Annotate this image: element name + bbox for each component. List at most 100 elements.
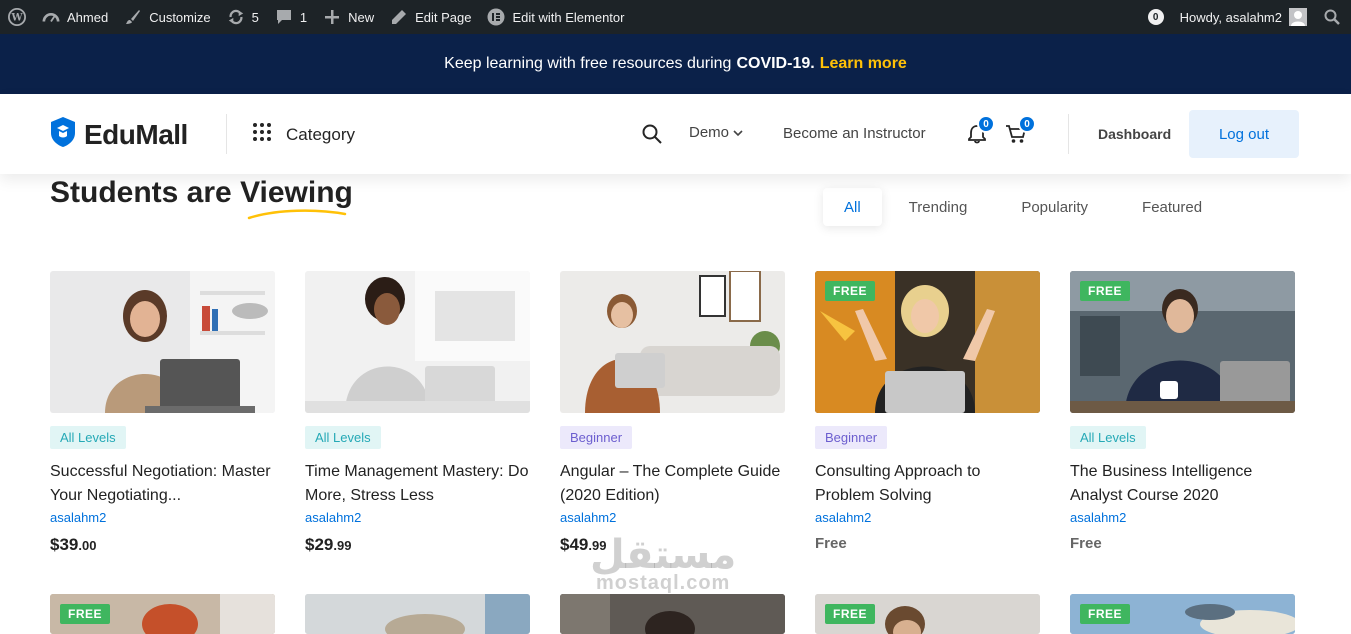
new-content-link[interactable]: New: [315, 0, 382, 34]
header-search-button[interactable]: [642, 124, 662, 149]
instructor-link[interactable]: asalahm2: [305, 510, 530, 525]
price-main: Free: [1070, 535, 1102, 552]
bell-icon: [968, 125, 986, 148]
customize-label: Customize: [149, 9, 211, 25]
logout-button[interactable]: Log out: [1189, 110, 1299, 158]
edit-page-label: Edit Page: [415, 9, 472, 25]
shield-logo-icon: [50, 116, 76, 153]
new-label: New: [348, 9, 375, 25]
comment-bubble-icon: [275, 8, 293, 26]
tab-featured[interactable]: Featured: [1115, 188, 1229, 226]
search-icon: [1323, 8, 1341, 26]
course-card[interactable]: All Levels Successful Negotiation: Maste…: [50, 271, 275, 555]
course-thumbnail[interactable]: [305, 594, 530, 634]
banner-learn-more-link[interactable]: Learn more: [820, 55, 907, 73]
instructor-link[interactable]: asalahm2: [815, 510, 1040, 525]
category-label: Category: [286, 124, 355, 144]
price-main: $29: [305, 535, 334, 554]
course-price: $49.99: [560, 535, 785, 555]
wordpress-logo-button[interactable]: W: [0, 0, 34, 34]
course-thumbnail[interactable]: FREE: [1070, 594, 1295, 634]
level-badge: All Levels: [305, 426, 381, 449]
customize-link[interactable]: Customize: [116, 0, 218, 34]
cart-count-badge: 0: [1018, 115, 1036, 133]
tab-trending[interactable]: Trending: [882, 188, 995, 226]
course-thumbnail[interactable]: [50, 271, 275, 413]
tab-popularity[interactable]: Popularity: [994, 188, 1115, 226]
notifications-button[interactable]: 0: [1140, 0, 1172, 34]
price-main: Free: [815, 535, 847, 552]
course-title[interactable]: Angular – The Complete Guide (2020 Editi…: [560, 460, 785, 508]
notifications-bell-button[interactable]: 0: [968, 115, 995, 149]
chevron-down-icon: [733, 124, 743, 141]
course-card[interactable]: FREE Beginner Consulting Approach to Pro…: [815, 271, 1040, 552]
level-badge: Beginner: [815, 426, 888, 449]
cart-button[interactable]: 0: [1005, 115, 1036, 149]
course-title[interactable]: Time Management Mastery: Do More, Stress…: [305, 460, 530, 508]
price-main: $39: [50, 535, 79, 554]
grid-dots-icon: [252, 122, 272, 147]
brush-icon: [124, 8, 142, 26]
updates-count: 5: [251, 9, 259, 25]
course-thumbnail[interactable]: FREE: [815, 271, 1040, 413]
search-icon: [642, 124, 662, 148]
edit-elementor-link[interactable]: Edit with Elementor: [479, 0, 632, 34]
course-thumbnail[interactable]: FREE: [50, 594, 275, 634]
updates-link[interactable]: 5: [219, 0, 267, 34]
demo-label: Demo: [689, 124, 730, 141]
course-price: Free: [1070, 535, 1295, 552]
course-title[interactable]: Consulting Approach to Problem Solving: [815, 460, 1040, 508]
become-instructor-link[interactable]: Become an Instructor: [783, 125, 926, 142]
course-card[interactable]: FREE All Levels The Business Intelligenc…: [1070, 271, 1295, 552]
header-divider: [1068, 114, 1069, 154]
price-cents: .99: [588, 538, 607, 553]
svg-text:W: W: [10, 13, 23, 24]
update-arrows-icon: [227, 8, 245, 26]
site-header: EduMall Category Demo Become an Instruct…: [0, 94, 1351, 174]
wp-admin-bar: W Ahmed Customize 5 1 New Edit Page Edit…: [0, 0, 1351, 34]
course-price: Free: [815, 535, 1040, 552]
price-main: $49: [560, 535, 589, 554]
comments-count: 1: [299, 9, 308, 25]
course-thumbnail[interactable]: [560, 271, 785, 413]
edit-page-link[interactable]: Edit Page: [382, 0, 479, 34]
elementor-icon: [487, 8, 505, 26]
admin-search-button[interactable]: [1315, 0, 1351, 34]
course-thumbnail[interactable]: [560, 594, 785, 634]
course-card[interactable]: All Levels Time Management Mastery: Do M…: [305, 271, 530, 555]
howdy-label: Howdy, asalahm2: [1179, 9, 1282, 25]
course-thumbnail[interactable]: [305, 271, 530, 413]
level-badge: All Levels: [50, 426, 126, 449]
my-account-link[interactable]: Howdy, asalahm2: [1172, 0, 1315, 34]
course-thumbnail[interactable]: FREE: [1070, 271, 1295, 413]
course-card[interactable]: Beginner Angular – The Complete Guide (2…: [560, 271, 785, 555]
instructor-link[interactable]: asalahm2: [50, 510, 275, 525]
tab-all[interactable]: All: [823, 188, 882, 226]
course-title[interactable]: Successful Negotiation: Master Your Nego…: [50, 460, 275, 508]
site-name-link[interactable]: Ahmed: [34, 0, 116, 34]
pencil-icon: [390, 8, 408, 26]
title-underline-swash: [247, 209, 347, 220]
section-title-prefix: Students are: [50, 176, 232, 209]
dashboard-link[interactable]: Dashboard: [1098, 126, 1171, 142]
course-thumbnail[interactable]: FREE: [815, 594, 1040, 634]
site-logo[interactable]: EduMall: [50, 116, 188, 153]
comments-link[interactable]: 1: [267, 0, 315, 34]
site-name-label: Ahmed: [67, 9, 109, 25]
plus-icon: [323, 8, 341, 26]
wordpress-icon: W: [8, 8, 26, 26]
course-title[interactable]: The Business Intelligence Analyst Course…: [1070, 460, 1295, 508]
price-cents: .99: [333, 538, 352, 553]
header-divider: [226, 114, 227, 154]
instructor-link[interactable]: asalahm2: [1070, 510, 1295, 525]
instructor-link[interactable]: asalahm2: [560, 510, 785, 525]
edit-elementor-label: Edit with Elementor: [512, 9, 625, 25]
free-tag: FREE: [1080, 281, 1131, 301]
banner-text: Keep learning with free resources during: [444, 55, 732, 72]
level-badge: All Levels: [1070, 426, 1146, 449]
logo-text: EduMall: [84, 118, 188, 150]
level-badge: Beginner: [560, 426, 633, 449]
dashboard-gauge-icon: [42, 8, 60, 26]
category-menu-button[interactable]: Category: [252, 122, 355, 147]
demo-menu[interactable]: Demo: [689, 124, 743, 141]
